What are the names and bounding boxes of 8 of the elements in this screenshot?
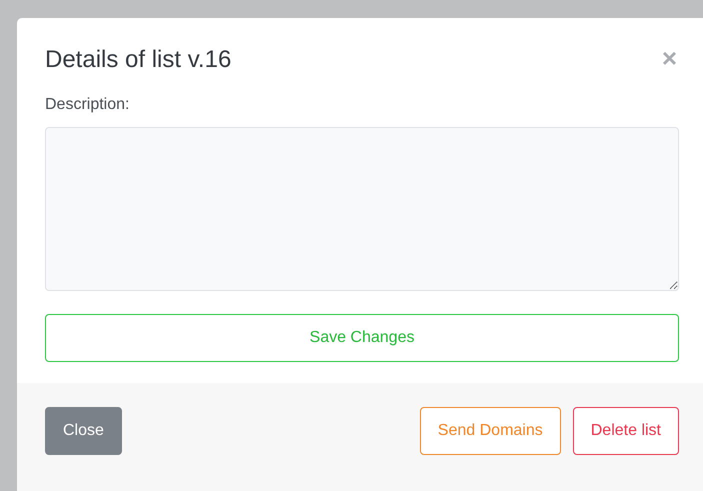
description-label: Description:: [45, 96, 130, 114]
send-button[interactable]: Send Domains: [420, 407, 561, 455]
dialog-title: Details of list v.16: [45, 45, 232, 75]
close-button[interactable]: ×: [662, 48, 677, 68]
delete-button[interactable]: Delete list: [572, 407, 679, 455]
description-field[interactable]: [45, 127, 679, 291]
save-changes-button[interactable]: Save Changes: [45, 314, 679, 362]
close-dialog-button[interactable]: Close: [45, 407, 122, 455]
